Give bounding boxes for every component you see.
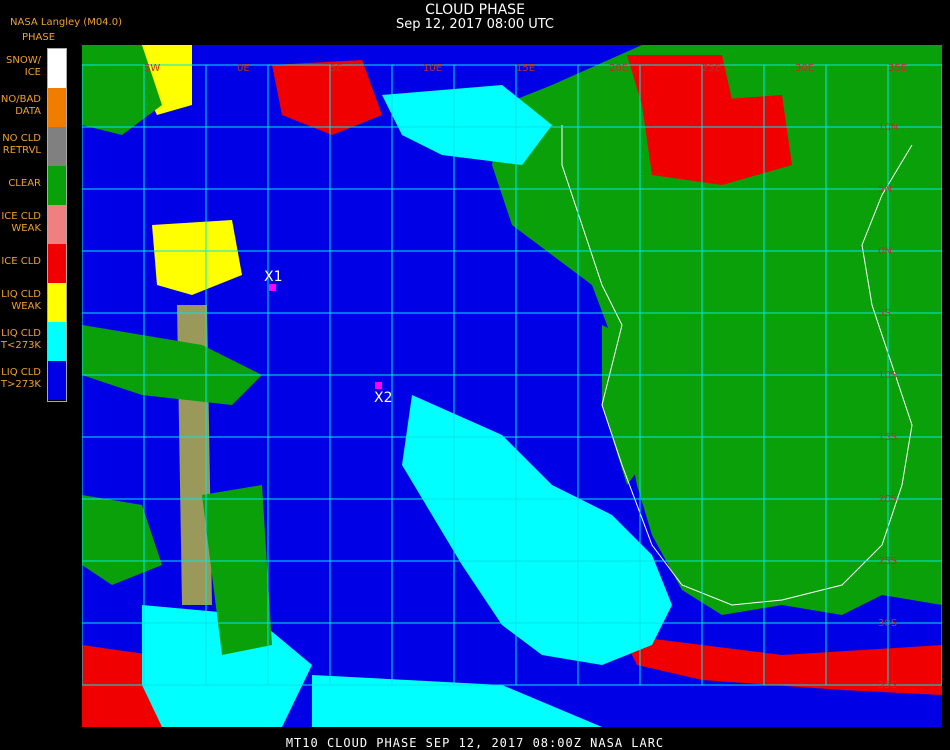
marker-label: X2 bbox=[374, 390, 393, 406]
legend-swatch bbox=[48, 244, 66, 283]
legend-swatch bbox=[48, 322, 66, 361]
legend-label: ICE CLD bbox=[1, 256, 41, 267]
marker-label: X1 bbox=[264, 269, 283, 285]
color-legend bbox=[47, 48, 67, 402]
latitude-label: 30S bbox=[878, 618, 897, 629]
longitude-label: 5W bbox=[144, 63, 160, 74]
longitude-label: 35E bbox=[888, 63, 907, 74]
product-version: NASA Langley (M04.0) bbox=[10, 17, 122, 28]
legend-label: NO/BAD DATA bbox=[0, 94, 41, 117]
legend-swatch bbox=[48, 361, 66, 400]
latitude-label: 10N bbox=[878, 122, 898, 133]
legend-swatch bbox=[48, 88, 66, 127]
page-subtitle: Sep 12, 2017 08:00 UTC bbox=[395, 17, 555, 32]
longitude-label: 30E bbox=[795, 63, 814, 74]
legend-swatch bbox=[48, 205, 66, 244]
legend-label: CLEAR bbox=[8, 178, 41, 189]
latitude-label: 20S bbox=[878, 494, 897, 505]
latitude-label: 5S bbox=[878, 308, 891, 319]
longitude-label: 25E bbox=[702, 63, 721, 74]
latitude-label: 15S bbox=[878, 432, 897, 443]
longitude-label: 5E bbox=[330, 63, 343, 74]
legend-label: LIQ CLD T<273K bbox=[0, 328, 41, 351]
legend-swatch bbox=[48, 49, 66, 88]
footer-caption: MT10 CLOUD PHASE SEP 12, 2017 08:00Z NAS… bbox=[285, 736, 665, 750]
longitude-label: 10E bbox=[423, 63, 442, 74]
longitude-label: 20E bbox=[609, 63, 628, 74]
legend-swatch bbox=[48, 127, 66, 166]
longitude-label: 0E bbox=[237, 63, 250, 74]
legend-label: NO CLD RETRVL bbox=[2, 133, 41, 156]
marker-point bbox=[375, 382, 382, 389]
legend-label: LIQ CLD T>273K bbox=[0, 367, 41, 390]
longitude-label: 15E bbox=[516, 63, 535, 74]
marker-point bbox=[269, 284, 276, 291]
legend-label: ICE CLD WEAK bbox=[1, 211, 41, 234]
legend-swatch bbox=[48, 166, 66, 205]
latitude-label: 0N bbox=[878, 246, 892, 257]
latitude-label: 35S bbox=[878, 680, 897, 691]
legend-title: PHASE bbox=[22, 32, 56, 43]
legend-swatch bbox=[48, 283, 66, 322]
latitude-label: 5N bbox=[878, 184, 892, 195]
legend-label: LIQ CLD WEAK bbox=[1, 289, 41, 312]
latitude-label: 25S bbox=[878, 556, 897, 567]
cloud-phase-map: 5W 0E 5E 10E 15E 20E 25E 30E 35E 10N 5N 0N 5S 10S 15S… bbox=[82, 45, 942, 727]
page-title: CLOUD PHASE bbox=[425, 2, 525, 18]
latitude-label: 10S bbox=[878, 370, 897, 381]
legend-label: SNOW/ ICE bbox=[6, 55, 41, 78]
